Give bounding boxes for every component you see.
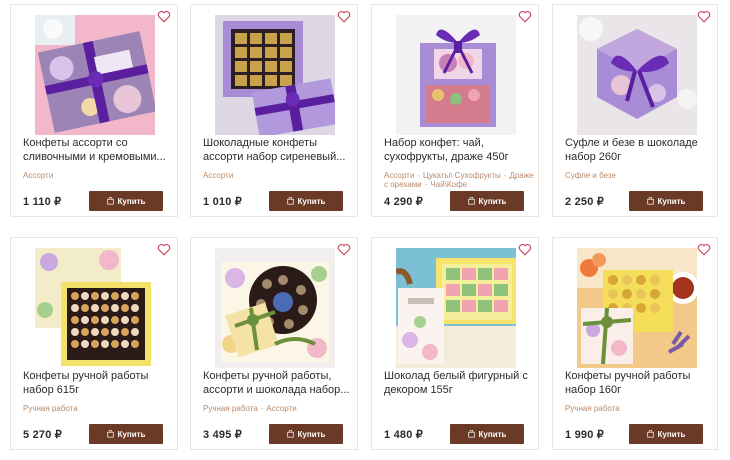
product-title[interactable]: Шоколад белый фигурный с декором 155г	[384, 370, 534, 397]
bag-icon	[646, 430, 654, 438]
product-image[interactable]	[577, 15, 697, 135]
bag-icon	[106, 430, 114, 438]
product-price: 4 290 ₽	[384, 196, 423, 208]
buy-button-label: Купить	[117, 196, 146, 206]
buy-button-label: Купить	[657, 429, 686, 439]
product-categories: Ассорти - Цукаты\ Сухофрукты - Драже с ореха…	[384, 171, 534, 189]
favorite-heart-icon[interactable]	[157, 243, 171, 256]
category-link[interactable]: Чай\Кофе	[430, 180, 467, 189]
bag-icon	[106, 197, 114, 205]
category-separator: -	[417, 171, 420, 180]
product-card[interactable]: Конфеты ассорти со сливочными и кремовым…	[10, 4, 178, 217]
product-title[interactable]: Конфеты ручной работы набор 160г	[565, 370, 715, 397]
product-price: 1 990 ₽	[565, 429, 604, 441]
product-categories: Ассорти	[203, 171, 353, 180]
product-card[interactable]: Шоколад белый фигурный с декором 155г 1 …	[371, 237, 539, 450]
buy-button[interactable]: Купить	[450, 191, 524, 211]
product-price: 5 270 ₽	[23, 429, 62, 441]
product-card[interactable]: Конфеты ручной работы, ассорти и шоколад…	[190, 237, 358, 450]
product-title[interactable]: Суфле и безе в шоколаде набор 260г	[565, 137, 715, 164]
buy-button[interactable]: Купить	[450, 424, 524, 444]
product-price: 2 250 ₽	[565, 196, 604, 208]
category-link[interactable]: Суфле и безе	[565, 171, 616, 180]
product-image[interactable]	[215, 248, 335, 368]
product-grid: Конфеты ассорти со сливочными и кремовым…	[0, 0, 730, 460]
favorite-heart-icon[interactable]	[157, 10, 171, 23]
product-categories: Суфле и безе	[565, 171, 715, 180]
category-link[interactable]: Ручная работа	[23, 404, 78, 413]
product-image[interactable]	[35, 248, 155, 368]
favorite-heart-icon[interactable]	[697, 10, 711, 23]
product-card[interactable]: Суфле и безе в шоколаде набор 260г Суфле…	[552, 4, 718, 217]
product-card[interactable]: Конфеты ручной работы набор 160г Ручная …	[552, 237, 718, 450]
buy-button-label: Купить	[117, 429, 146, 439]
buy-button-label: Купить	[297, 429, 326, 439]
buy-button[interactable]: Купить	[89, 191, 163, 211]
category-link[interactable]: Ассорти	[23, 171, 53, 180]
category-link[interactable]: Ассорти	[266, 404, 296, 413]
product-categories: Ассорти	[23, 171, 173, 180]
product-categories: Ручная работа	[565, 404, 715, 413]
category-link[interactable]: Ручная работа	[565, 404, 620, 413]
bag-icon	[467, 430, 475, 438]
favorite-heart-icon[interactable]	[697, 243, 711, 256]
product-price: 1 110 ₽	[23, 196, 62, 208]
buy-button-label: Купить	[297, 196, 326, 206]
product-price: 3 495 ₽	[203, 429, 242, 441]
favorite-heart-icon[interactable]	[518, 243, 532, 256]
category-link[interactable]: Ассорти	[384, 171, 414, 180]
bag-icon	[286, 430, 294, 438]
buy-button[interactable]: Купить	[269, 424, 343, 444]
product-image[interactable]	[396, 248, 516, 368]
bag-icon	[286, 197, 294, 205]
product-card[interactable]: Конфеты ручной работы набор 615г Ручная …	[10, 237, 178, 450]
product-image[interactable]	[215, 15, 335, 135]
favorite-heart-icon[interactable]	[337, 243, 351, 256]
bag-icon	[467, 197, 475, 205]
product-categories: Ручная работа	[23, 404, 173, 413]
buy-button-label: Купить	[657, 196, 686, 206]
favorite-heart-icon[interactable]	[337, 10, 351, 23]
buy-button[interactable]: Купить	[269, 191, 343, 211]
product-title[interactable]: Шоколадные конфеты ассорти набор сиренев…	[203, 137, 353, 164]
buy-button-label: Купить	[478, 429, 507, 439]
product-image[interactable]	[35, 15, 155, 135]
buy-button[interactable]: Купить	[89, 424, 163, 444]
product-title[interactable]: Конфеты ручной работы, ассорти и шоколад…	[203, 370, 353, 397]
category-link[interactable]: Ручная работа	[203, 404, 258, 413]
product-price: 1 010 ₽	[203, 196, 242, 208]
product-title[interactable]: Набор конфет: чай, сухофрукты, драже 450…	[384, 137, 534, 164]
product-categories: Ручная работа - Ассорти	[203, 404, 353, 413]
category-link[interactable]: Ассорти	[203, 171, 233, 180]
favorite-heart-icon[interactable]	[518, 10, 532, 23]
product-image[interactable]	[577, 248, 697, 368]
product-title[interactable]: Конфеты ручной работы набор 615г	[23, 370, 173, 397]
buy-button[interactable]: Купить	[629, 424, 703, 444]
bag-icon	[646, 197, 654, 205]
buy-button[interactable]: Купить	[629, 191, 703, 211]
product-image[interactable]	[396, 15, 516, 135]
product-price: 1 480 ₽	[384, 429, 423, 441]
product-card[interactable]: Шоколадные конфеты ассорти набор сиренев…	[190, 4, 358, 217]
product-card[interactable]: Набор конфет: чай, сухофрукты, драже 450…	[371, 4, 539, 217]
buy-button-label: Купить	[478, 196, 507, 206]
product-title[interactable]: Конфеты ассорти со сливочными и кремовым…	[23, 137, 173, 164]
category-link[interactable]: Цукаты\ Сухофрукты	[423, 171, 501, 180]
